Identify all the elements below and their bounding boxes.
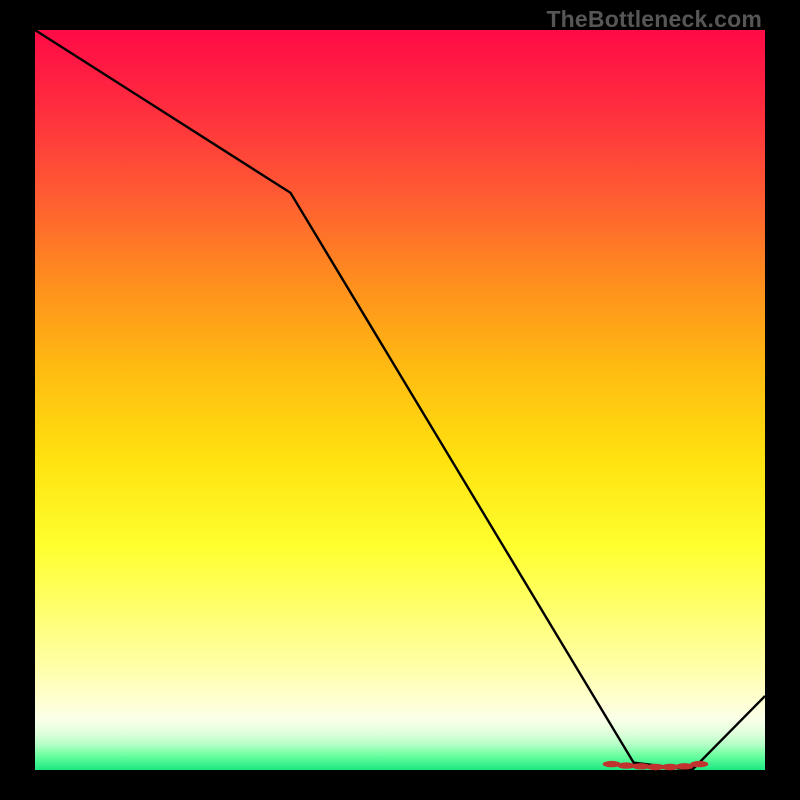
line-series [35,30,765,770]
chart-frame: TheBottleneck.com [0,0,800,800]
marker-dot [690,761,708,767]
chart-overlay [0,0,800,800]
bottleneck-curve [35,30,765,770]
